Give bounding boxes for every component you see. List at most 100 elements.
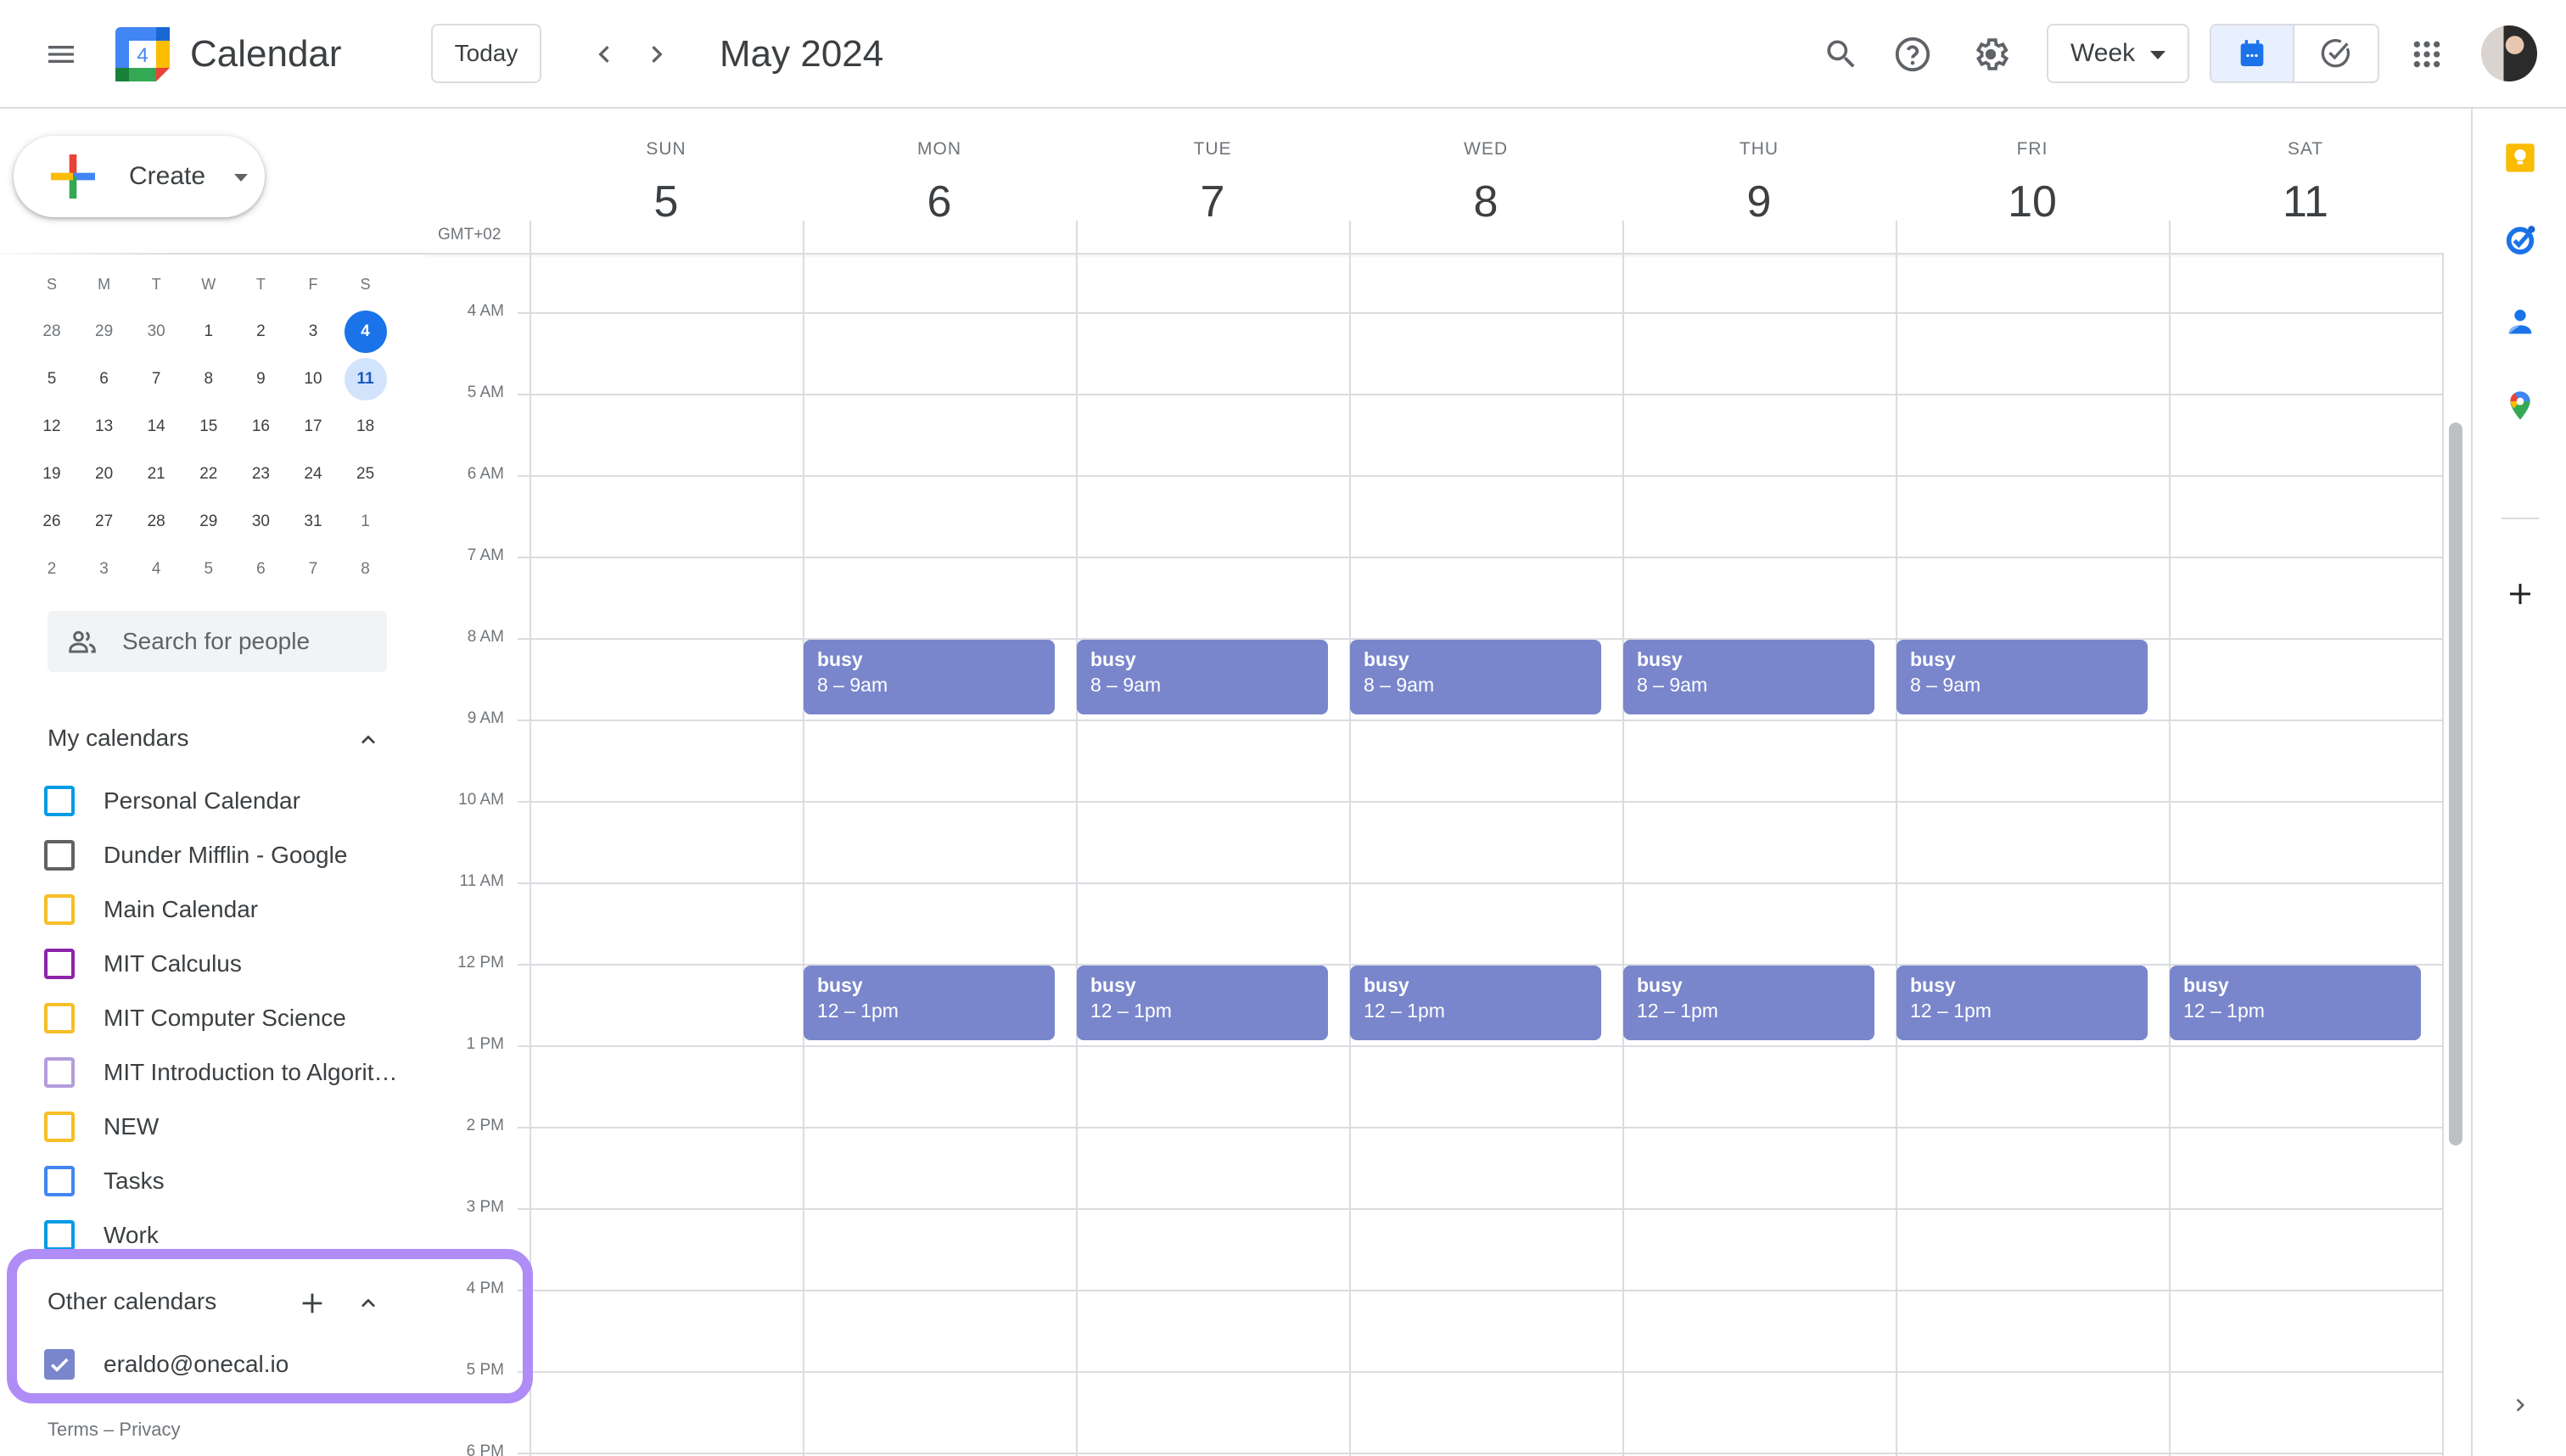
mini-calendar-day[interactable]: 4 xyxy=(135,548,177,591)
mini-calendar-day[interactable]: 9 xyxy=(239,358,282,400)
add-other-calendar-button[interactable] xyxy=(295,1286,329,1320)
my-calendars-collapse-button[interactable] xyxy=(351,723,385,757)
mini-calendar-day[interactable]: 30 xyxy=(239,501,282,543)
settings-button[interactable] xyxy=(1957,20,2025,88)
mini-calendar-day[interactable]: 14 xyxy=(135,406,177,448)
mini-calendar-day[interactable]: 15 xyxy=(188,406,230,448)
tasks-button[interactable] xyxy=(2496,216,2544,263)
calendar-checkbox[interactable] xyxy=(44,949,75,979)
day-number[interactable]: 6 xyxy=(803,175,1076,229)
calendar-checkbox[interactable] xyxy=(44,840,75,871)
mini-calendar-day[interactable]: 2 xyxy=(239,311,282,353)
calendar-logo-icon[interactable]: 4 xyxy=(115,27,170,81)
calendar-list-item[interactable]: MIT Introduction to Algorithms xyxy=(44,1049,401,1096)
mini-calendar-day[interactable]: 4 xyxy=(344,311,387,353)
mini-calendar-day[interactable]: 17 xyxy=(292,406,334,448)
mini-calendar-day[interactable]: 6 xyxy=(239,548,282,591)
calendar-checkbox[interactable] xyxy=(44,894,75,925)
day-number[interactable]: 9 xyxy=(1622,175,1896,229)
calendar-list-item[interactable]: Dunder Mifflin - Google xyxy=(44,832,401,879)
mini-calendar-day[interactable]: 29 xyxy=(188,501,230,543)
day-header[interactable]: WED 8 xyxy=(1349,110,1622,246)
view-selector-dropdown[interactable]: Week xyxy=(2047,24,2189,83)
calendar-list-item[interactable]: Work xyxy=(44,1212,401,1259)
calendar-event[interactable]: busy 8 – 9am xyxy=(1350,640,1601,714)
mini-calendar-day[interactable]: 28 xyxy=(135,501,177,543)
main-menu-button[interactable] xyxy=(27,20,95,88)
calendar-checkbox[interactable] xyxy=(44,1349,75,1380)
maps-button[interactable] xyxy=(2496,382,2544,429)
mini-calendar-day[interactable]: 3 xyxy=(292,311,334,353)
contacts-button[interactable] xyxy=(2496,299,2544,346)
day-header[interactable]: MON 6 xyxy=(803,110,1076,246)
next-period-button[interactable] xyxy=(623,20,691,88)
mini-calendar-day[interactable]: 1 xyxy=(188,311,230,353)
privacy-link[interactable]: Privacy xyxy=(119,1419,180,1440)
keep-button[interactable] xyxy=(2496,134,2544,182)
mini-calendar-day[interactable]: 18 xyxy=(345,406,387,448)
mini-calendar-day[interactable]: 25 xyxy=(345,453,387,496)
mini-calendar-day[interactable]: 28 xyxy=(31,311,73,353)
calendar-checkbox[interactable] xyxy=(44,1220,75,1251)
calendar-checkbox[interactable] xyxy=(44,786,75,816)
calendar-event[interactable]: busy 12 – 1pm xyxy=(804,966,1055,1040)
people-search-box[interactable] xyxy=(48,611,387,672)
day-number[interactable]: 5 xyxy=(529,175,803,229)
day-number[interactable]: 11 xyxy=(2169,175,2442,229)
mini-calendar-day[interactable]: 19 xyxy=(31,453,73,496)
day-number[interactable]: 8 xyxy=(1349,175,1622,229)
mini-calendar-day[interactable]: 5 xyxy=(31,358,73,400)
calendar-list-item[interactable]: Personal Calendar xyxy=(44,777,401,825)
calendar-event[interactable]: busy 8 – 9am xyxy=(1077,640,1328,714)
calendar-event[interactable]: busy 12 – 1pm xyxy=(1623,966,1874,1040)
expand-side-panel-button[interactable] xyxy=(2496,1381,2544,1429)
day-header[interactable]: THU 9 xyxy=(1622,110,1896,246)
calendar-checkbox[interactable] xyxy=(44,1003,75,1033)
mini-calendar-day[interactable]: 13 xyxy=(83,406,126,448)
mini-calendar-day[interactable]: 22 xyxy=(188,453,230,496)
mini-calendar-day[interactable]: 7 xyxy=(292,548,334,591)
calendar-mode-button[interactable] xyxy=(2211,25,2295,81)
grid-scrollbar[interactable] xyxy=(2449,423,2462,1145)
calendar-list-item[interactable]: Main Calendar xyxy=(44,886,401,933)
calendar-list-item[interactable]: NEW xyxy=(44,1103,401,1151)
day-header[interactable]: SAT 11 xyxy=(2169,110,2442,246)
calendar-event[interactable]: busy 12 – 1pm xyxy=(1350,966,1601,1040)
calendar-list-item[interactable]: eraldo@onecal.io xyxy=(44,1341,401,1388)
calendar-event[interactable]: busy 12 – 1pm xyxy=(1896,966,2148,1040)
create-button[interactable]: Create xyxy=(14,136,265,217)
tasks-mode-button[interactable] xyxy=(2294,25,2378,81)
calendar-event[interactable]: busy 8 – 9am xyxy=(804,640,1055,714)
mini-calendar-day[interactable]: 27 xyxy=(83,501,126,543)
mini-calendar-day[interactable]: 3 xyxy=(83,548,126,591)
other-calendars-collapse-button[interactable] xyxy=(351,1286,385,1320)
mini-calendar-day[interactable]: 29 xyxy=(83,311,126,353)
google-apps-button[interactable] xyxy=(2393,20,2461,88)
people-search-input[interactable] xyxy=(122,623,377,660)
get-addons-button[interactable] xyxy=(2496,570,2544,618)
day-header[interactable]: FRI 10 xyxy=(1896,110,2169,246)
day-number[interactable]: 10 xyxy=(1896,175,2169,229)
mini-calendar-day[interactable]: 31 xyxy=(292,501,334,543)
calendar-checkbox[interactable] xyxy=(44,1057,75,1088)
mini-calendar-day[interactable]: 16 xyxy=(239,406,282,448)
calendar-list-item[interactable]: MIT Calculus xyxy=(44,940,401,988)
calendar-event[interactable]: busy 12 – 1pm xyxy=(1077,966,1328,1040)
search-button[interactable] xyxy=(1807,20,1875,88)
mini-calendar-day[interactable]: 12 xyxy=(31,406,73,448)
mini-calendar-day[interactable]: 30 xyxy=(135,311,177,353)
mini-calendar-day[interactable]: 2 xyxy=(31,548,73,591)
mini-calendar-day[interactable]: 8 xyxy=(188,358,230,400)
mini-calendar-day[interactable]: 24 xyxy=(292,453,334,496)
day-number[interactable]: 7 xyxy=(1076,175,1349,229)
calendar-checkbox[interactable] xyxy=(44,1112,75,1142)
mini-calendar-day[interactable]: 23 xyxy=(239,453,282,496)
mini-calendar-day[interactable]: 7 xyxy=(135,358,177,400)
support-button[interactable] xyxy=(1879,20,1947,88)
calendar-list-item[interactable]: MIT Computer Science xyxy=(44,994,401,1042)
calendar-checkbox[interactable] xyxy=(44,1166,75,1196)
mini-calendar-day[interactable]: 8 xyxy=(345,548,387,591)
mini-calendar-day[interactable]: 10 xyxy=(292,358,334,400)
mini-calendar-day[interactable]: 5 xyxy=(188,548,230,591)
calendar-list-item[interactable]: Tasks xyxy=(44,1157,401,1205)
